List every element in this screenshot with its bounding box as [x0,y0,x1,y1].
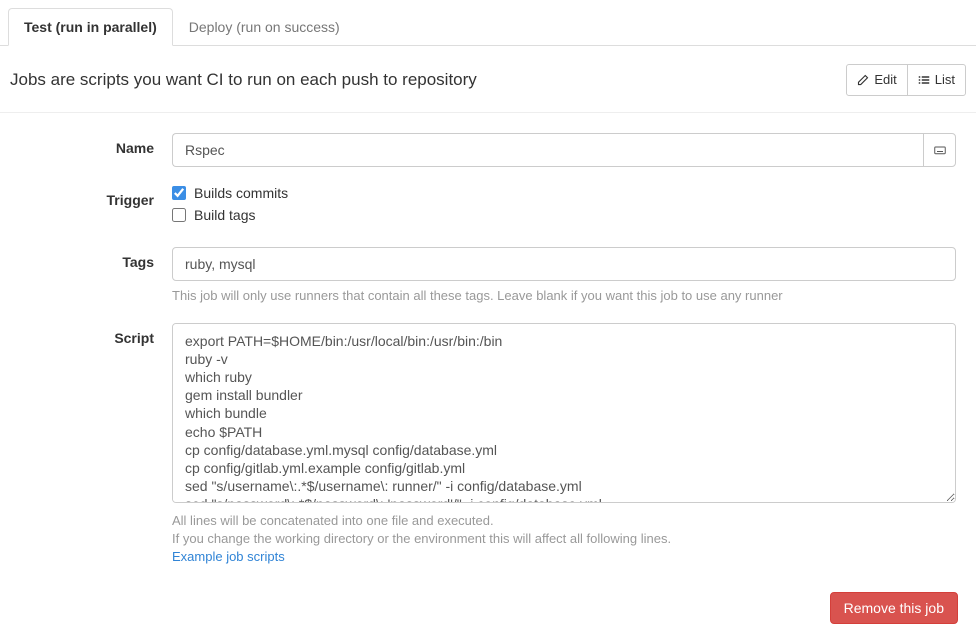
script-row: Script All lines will be concatenated in… [10,323,966,567]
footer: Remove this job [0,582,976,642]
trigger-tags-label: Build tags [194,207,255,223]
script-label: Script [10,323,172,567]
example-scripts-link[interactable]: Example job scripts [172,549,285,564]
tab-test[interactable]: Test (run in parallel) [8,8,173,46]
tags-help: This job will only use runners that cont… [172,287,956,305]
script-textarea[interactable] [172,323,956,503]
header-buttons: Edit List [846,64,966,96]
header-row: Jobs are scripts you want CI to run on e… [0,46,976,113]
tags-input[interactable] [172,247,956,281]
tags-row: Tags This job will only use runners that… [10,247,966,305]
name-input[interactable] [172,133,923,167]
script-help-line2: If you change the working directory or t… [172,531,671,546]
trigger-commits-option[interactable]: Builds commits [172,185,956,201]
keyboard-icon [934,144,946,156]
tab-deploy[interactable]: Deploy (run on success) [173,8,356,46]
list-button-label: List [935,70,955,90]
trigger-row: Trigger Builds commits Build tags [10,185,966,229]
job-form: Name Trigger Builds commits Build tags T… [0,113,976,583]
edit-button-label: Edit [874,70,896,90]
pencil-icon [857,74,869,86]
script-help: All lines will be concatenated into one … [172,512,956,567]
page-description: Jobs are scripts you want CI to run on e… [10,70,477,90]
trigger-commits-checkbox[interactable] [172,186,186,200]
trigger-label: Trigger [10,185,172,229]
list-icon [918,74,930,86]
name-input-addon[interactable] [923,133,956,167]
tabs-bar: Test (run in parallel) Deploy (run on su… [0,8,976,46]
tags-label: Tags [10,247,172,305]
list-button[interactable]: List [907,64,966,96]
script-help-line1: All lines will be concatenated into one … [172,513,494,528]
remove-job-button[interactable]: Remove this job [830,592,958,624]
name-row: Name [10,133,966,167]
name-label: Name [10,133,172,167]
trigger-commits-label: Builds commits [194,185,288,201]
trigger-tags-option[interactable]: Build tags [172,207,956,223]
trigger-tags-checkbox[interactable] [172,208,186,222]
edit-button[interactable]: Edit [846,64,907,96]
